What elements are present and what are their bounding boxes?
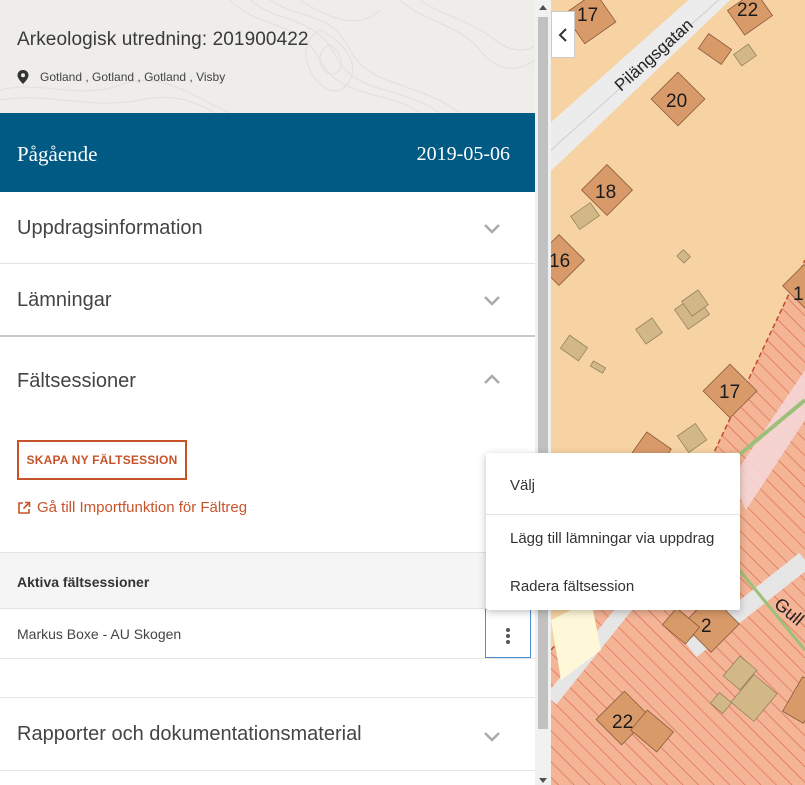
scroll-thumb[interactable] [538, 17, 548, 729]
chevron-left-icon [558, 27, 567, 42]
create-faltsession-button[interactable]: SKAPA NY FÄLTSESSION [17, 440, 187, 480]
section-rapporter[interactable]: Rapporter och dokumentationsmaterial [0, 697, 535, 771]
menu-item-valj[interactable]: Välj [486, 477, 740, 494]
plot-number: 2 [701, 616, 712, 637]
section-title: Uppdragsinformation [17, 217, 203, 239]
section-faltsessioner[interactable]: Fältsessioner [0, 337, 535, 422]
import-link[interactable]: Gå till Importfunktion för Fältreg [17, 499, 247, 516]
plot-number: 17 [577, 5, 598, 26]
session-context-menu: Välj Lägg till lämningar via uppdrag Rad… [486, 453, 740, 610]
section-title: Rapporter och dokumentationsmaterial [17, 723, 362, 745]
dot [506, 634, 510, 638]
scroll-up-arrow-icon[interactable] [539, 5, 547, 10]
status-bar: Pågående 2019-05-06 [0, 113, 535, 192]
location-pin-icon [17, 70, 29, 84]
more-options-button[interactable] [485, 609, 531, 658]
detail-panel: Arkeologisk utredning: 201900422 Gotland… [0, 0, 535, 785]
active-sessions-title: Aktiva fältsessioner [17, 574, 150, 590]
map-view[interactable]: 17 22 20 18 16 1 17 2 22 Pilängsgatan Gu… [551, 0, 805, 785]
collapse-panel-button[interactable] [551, 11, 575, 58]
chevron-down-icon [484, 224, 500, 234]
status-label: Pågående [17, 142, 98, 166]
dot [506, 640, 510, 644]
plot-number: 17 [719, 382, 740, 403]
section-title: Fältsessioner [17, 370, 136, 392]
plot-number: 22 [612, 712, 633, 733]
dot [506, 628, 510, 632]
panel-header: Arkeologisk utredning: 201900422 Gotland… [0, 0, 535, 113]
section-uppdragsinformation[interactable]: Uppdragsinformation [0, 192, 535, 264]
map-canvas: 17 22 20 18 16 1 17 2 22 Pilängsgatan Gu… [551, 0, 805, 785]
table-row: Markus Boxe - AU Skogen [0, 609, 535, 659]
import-link-label: Gå till Importfunktion för Fältreg [37, 499, 248, 516]
location: Gotland , Gotland , Gotland , Visby [17, 70, 225, 84]
section-lamningar[interactable]: Lämningar [0, 264, 535, 337]
plot-number: 22 [737, 0, 758, 21]
plot-number: 20 [666, 91, 687, 112]
session-name: Markus Boxe - AU Skogen [17, 626, 182, 642]
divider [486, 514, 740, 515]
location-text: Gotland , Gotland , Gotland , Visby [40, 70, 226, 84]
chevron-down-icon [484, 732, 500, 742]
menu-item-delete-session[interactable]: Radera fältsession [486, 578, 740, 595]
topographic-background [0, 0, 535, 113]
section-title: Lämningar [17, 289, 112, 311]
chevron-up-icon [484, 374, 500, 384]
plot-number: 1 [793, 284, 804, 305]
menu-item-add-lamningar[interactable]: Lägg till lämningar via uppdrag [486, 530, 740, 547]
status-date: 2019-05-06 [416, 143, 510, 165]
external-link-icon [18, 501, 31, 514]
plot-number: 16 [551, 251, 570, 272]
scroll-down-arrow-icon[interactable] [539, 778, 547, 783]
scrollbar[interactable] [535, 0, 551, 785]
page-title: Arkeologisk utredning: 201900422 [17, 29, 309, 50]
plot-number: 18 [595, 182, 616, 203]
active-sessions-header: Aktiva fältsessioner [0, 552, 535, 609]
chevron-down-icon [484, 296, 500, 306]
